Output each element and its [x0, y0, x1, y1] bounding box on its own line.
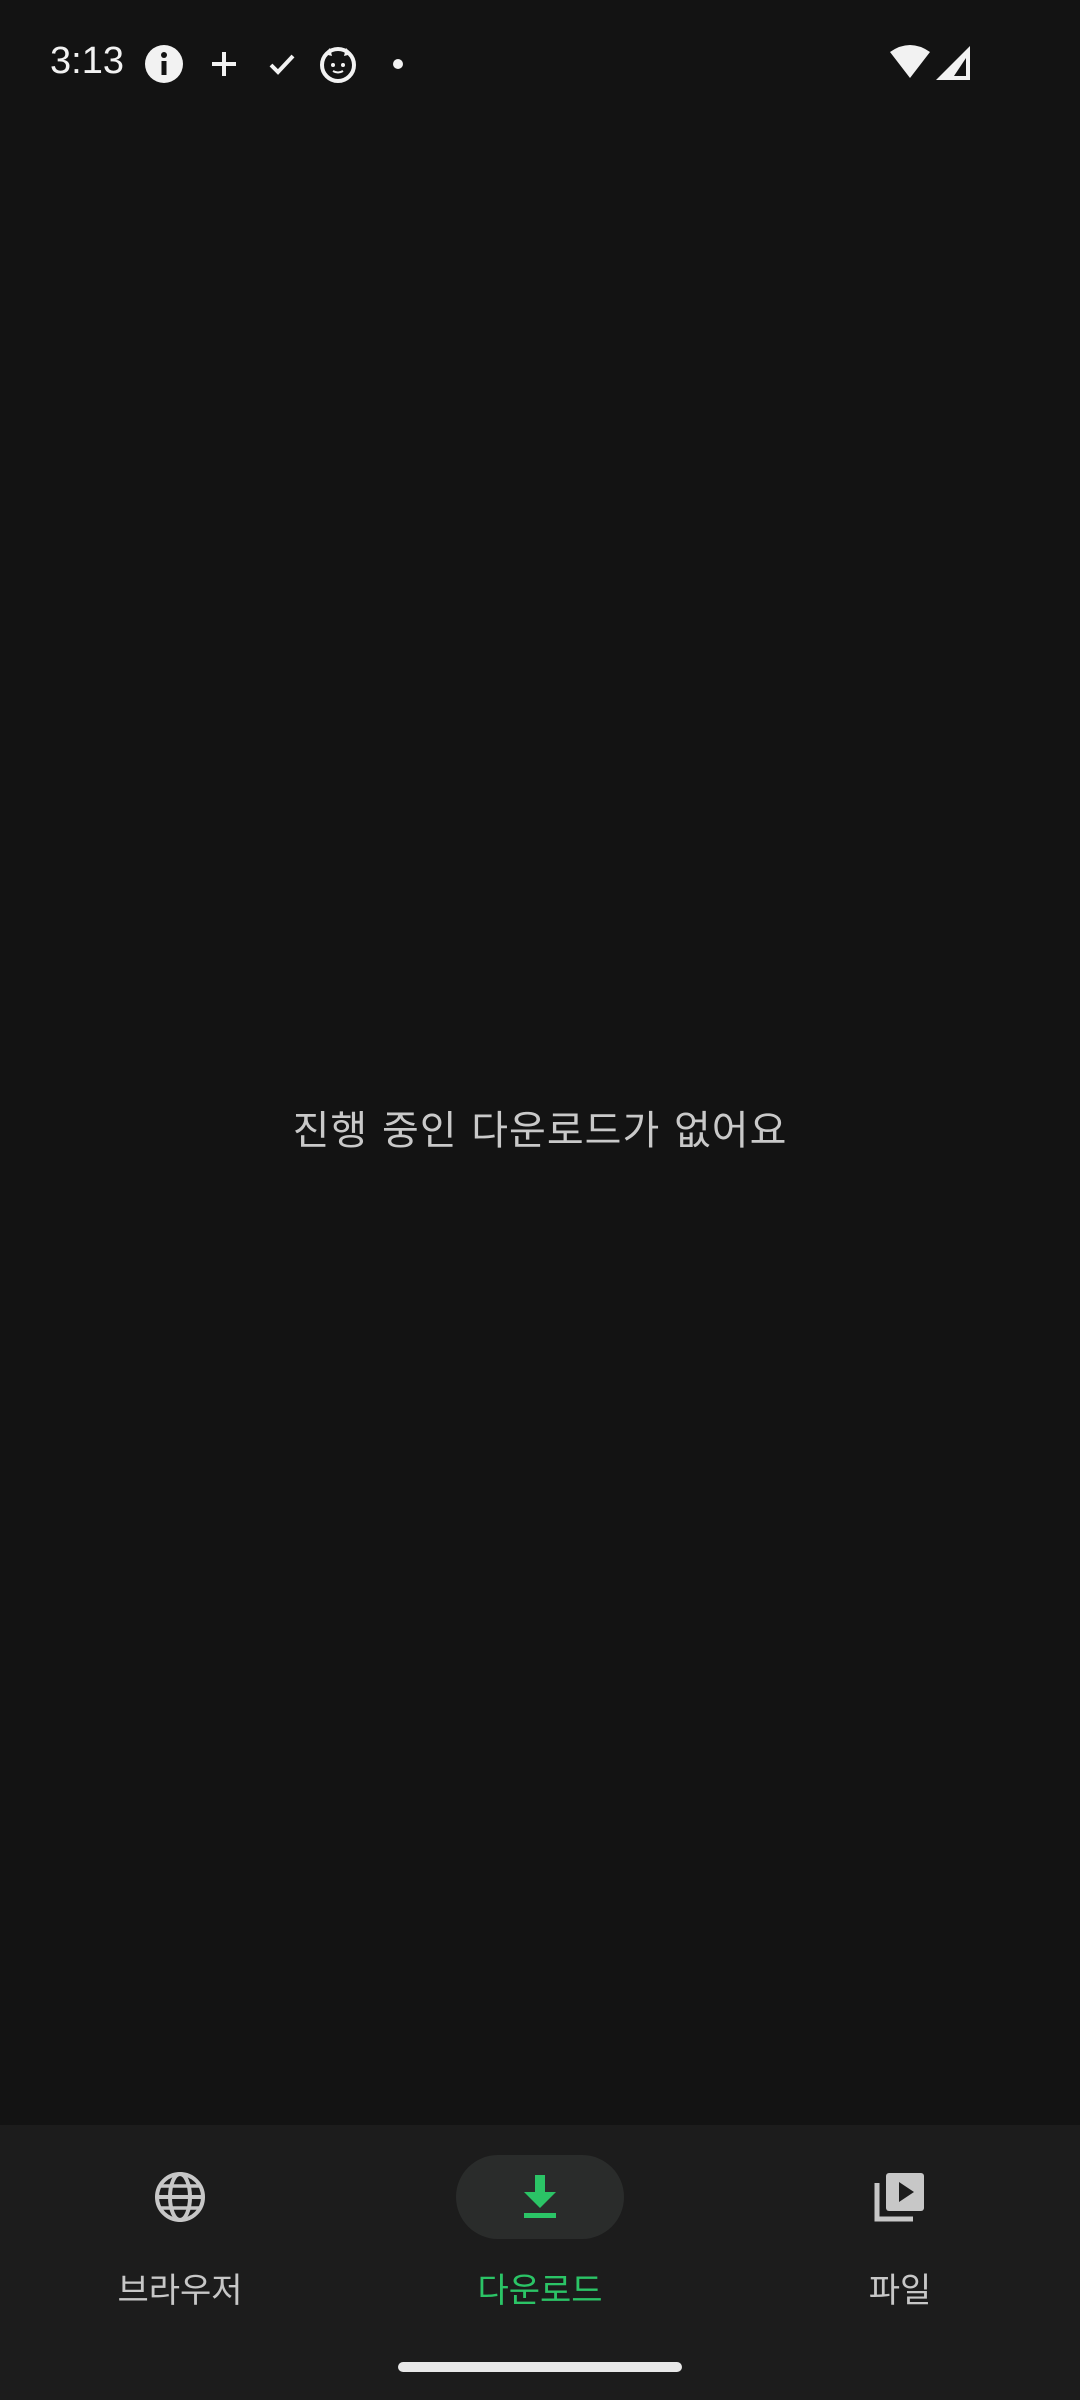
nav-item-browser[interactable]: 브라우저: [0, 2155, 360, 2315]
plus-icon: [204, 44, 244, 84]
signal-icon: [936, 46, 970, 80]
wifi-icon: [890, 44, 930, 80]
nav-label-download: 다운로드: [477, 2271, 603, 2311]
empty-state-message: 진행 중인 다운로드가 없어요: [292, 1108, 788, 1154]
nav-label-browser: 브라우저: [117, 2271, 243, 2311]
status-bar: 3:13: [0, 0, 1080, 130]
globe-icon: [155, 2172, 205, 2222]
nav-icon-container: [96, 2155, 264, 2239]
check-icon: [262, 44, 302, 84]
cat-face-icon: [318, 44, 358, 84]
dot-icon: [378, 44, 418, 84]
nav-icon-container: [816, 2155, 984, 2239]
nav-item-download[interactable]: 다운로드: [360, 2155, 720, 2315]
nav-label-files: 파일: [868, 2271, 932, 2311]
nav-icon-container: [456, 2155, 624, 2239]
info-icon: [144, 44, 184, 84]
video-library-icon: [874, 2173, 924, 2222]
download-list-area: 진행 중인 다운로드가 없어요: [0, 130, 1080, 2125]
status-time: 3:13: [50, 40, 124, 82]
download-icon: [524, 2175, 556, 2218]
bottom-navigation: 브라우저 다운로드 파일: [0, 2125, 1080, 2400]
nav-item-files[interactable]: 파일: [720, 2155, 1080, 2315]
home-indicator[interactable]: [398, 2362, 682, 2372]
